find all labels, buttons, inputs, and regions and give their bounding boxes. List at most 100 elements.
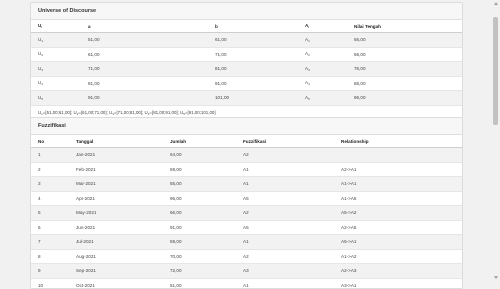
cell-A-index: 1 (308, 38, 310, 43)
fuzzifikasi-row: 10 Oct-2021 51,00 A1 A3->A1 (31, 277, 462, 288)
cell-A: A2 (298, 46, 347, 62)
cell-relationship: A2->A3 (334, 263, 462, 278)
col-no: No (31, 135, 69, 148)
cell-nilai-tengah: 96,00 (347, 90, 462, 105)
cell-u: U5 (31, 90, 81, 105)
cell-tanggal: Jun-2021 (69, 219, 163, 235)
cell-u-index: 5 (41, 96, 43, 101)
cell-relationship: A3->A1 (334, 277, 462, 288)
cell-A: A5 (298, 90, 347, 105)
universe-table: Ui a b Ai Nilai Tengah U1 51,00 61,00 A1 56,… (31, 20, 462, 105)
cell-b: 81,00 (208, 61, 298, 76)
cell-fuzzifikasi: A1 (236, 277, 334, 288)
cell-nilai-tengah: 56,00 (347, 32, 462, 47)
cell-u-index: 1 (41, 38, 43, 43)
col-u: Ui (31, 20, 81, 33)
cell-no: 3 (31, 176, 69, 191)
universe-header-row: Ui a b Ai Nilai Tengah (31, 20, 462, 33)
cell-no: 10 (31, 277, 69, 288)
fuzzifikasi-table: No Tanggal Jumlah Fuzzifikasi Relationsh… (31, 135, 462, 288)
fuzzifikasi-row: 5 May-2021 66,00 A2 A5->A2 (31, 205, 462, 220)
cell-relationship: A1->A5 (334, 190, 462, 206)
cell-jumlah: 55,00 (163, 176, 236, 191)
fuzzifikasi-header-row: No Tanggal Jumlah Fuzzifikasi Relationsh… (31, 135, 462, 148)
scroll-down-arrow-icon[interactable] (494, 276, 498, 279)
cell-u: U3 (31, 61, 81, 76)
cell-nilai-tengah: 86,00 (347, 75, 462, 91)
cell-no: 9 (31, 263, 69, 278)
cell-tanggal: Mar-2021 (69, 176, 163, 191)
scroll-thumb[interactable] (493, 17, 498, 125)
col-A: Ai (298, 20, 347, 33)
cell-b: 61,00 (208, 32, 298, 47)
universe-row: U3 71,00 81,00 A3 76,00 (31, 61, 462, 76)
cell-fuzzifikasi: A5 (236, 219, 334, 235)
fuzzifikasi-row: 7 Jul-2021 59,00 A1 A5->A1 (31, 234, 462, 249)
col-a: a (81, 20, 208, 33)
fuzzifikasi-row: 2 Feb-2021 59,00 A1 A2->A1 (31, 161, 462, 177)
cell-relationship: A5->A2 (334, 205, 462, 220)
cell-tanggal: Sep-2021 (69, 263, 163, 278)
cell-fuzzifikasi: A2 (236, 205, 334, 220)
cell-jumlah: 70,00 (163, 248, 236, 264)
cell-u-index: 2 (41, 53, 43, 58)
cell-fuzzifikasi: A2 (236, 248, 334, 264)
universe-row: U2 61,00 71,00 A2 66,00 (31, 46, 462, 62)
cell-a: 91,00 (81, 90, 208, 105)
universe-row: U1 51,00 61,00 A1 56,00 (31, 32, 462, 47)
fuzzifikasi-row: 8 Aug-2021 70,00 A2 A1->A2 (31, 248, 462, 264)
cell-A-index: 2 (308, 53, 310, 58)
fuzzifikasi-row: 1 Jan-2021 64,00 A2 (31, 147, 462, 162)
summary-interval: [91,00;101,00] (187, 109, 216, 115)
cell-u: U1 (31, 32, 81, 47)
cell-tanggal: Jul-2021 (69, 234, 163, 249)
cell-fuzzifikasi: A1 (236, 176, 334, 191)
summary-interval: [71,00;81,00] (116, 109, 143, 115)
col-jumlah: Jumlah (163, 135, 236, 148)
fuzzifikasi-row: 9 Sep-2021 72,00 A3 A2->A3 (31, 263, 462, 278)
cell-tanggal: Oct-2021 (69, 277, 163, 288)
cell-fuzzifikasi: A5 (236, 190, 334, 206)
cell-fuzzifikasi: A3 (236, 263, 334, 278)
col-relationship: Relationship (334, 135, 462, 148)
cell-jumlah: 72,00 (163, 263, 236, 278)
universe-row: U5 91,00 101,00 A5 96,00 (31, 90, 462, 105)
cell-b: 91,00 (208, 75, 298, 91)
col-fuzzifikasi: Fuzzifikasi (236, 135, 334, 148)
cell-u: U4 (31, 75, 81, 91)
cell-jumlah: 59,00 (163, 161, 236, 177)
cell-b: 101,00 (208, 90, 298, 105)
cell-jumlah: 91,00 (163, 219, 236, 235)
cell-nilai-tengah: 66,00 (347, 46, 462, 62)
page-scrollbar[interactable] (491, 0, 500, 281)
cell-a: 71,00 (81, 61, 208, 76)
cell-A-index: 4 (308, 82, 310, 87)
col-tanggal: Tanggal (69, 135, 163, 148)
cell-A: A4 (298, 75, 347, 91)
cell-relationship: A2->A5 (334, 219, 462, 235)
cell-no: 7 (31, 234, 69, 249)
cell-no: 4 (31, 190, 69, 206)
col-b: b (208, 20, 298, 33)
cell-jumlah: 96,00 (163, 190, 236, 206)
cell-tanggal: Feb-2021 (69, 161, 163, 177)
cell-fuzzifikasi: A1 (236, 234, 334, 249)
summary-u-index: 5 (183, 111, 185, 116)
cell-no: 1 (31, 147, 69, 162)
universe-row: U4 81,00 91,00 A4 86,00 (31, 75, 462, 91)
cell-jumlah: 51,00 (163, 277, 236, 288)
cell-no: 6 (31, 219, 69, 235)
cell-tanggal: Jan-2021 (69, 147, 163, 162)
summary-interval: [81,00;91,00] (151, 109, 178, 115)
cell-A: A1 (298, 32, 347, 47)
fuzzifikasi-title: Fuzzifikasi (31, 118, 462, 135)
col-nilai-tengah: Nilai Tengah (347, 20, 462, 33)
cell-jumlah: 64,00 (163, 147, 236, 162)
cell-A-index: 5 (308, 96, 310, 101)
fuzzifikasi-row: 6 Jun-2021 91,00 A5 A2->A5 (31, 219, 462, 235)
cell-a: 61,00 (81, 46, 208, 62)
scroll-up-arrow-icon[interactable] (494, 2, 498, 5)
cell-u-index: 4 (41, 82, 43, 87)
cell-relationship: A1->A2 (334, 248, 462, 264)
fuzzifikasi-row: 4 Apr-2021 96,00 A5 A1->A5 (31, 190, 462, 206)
